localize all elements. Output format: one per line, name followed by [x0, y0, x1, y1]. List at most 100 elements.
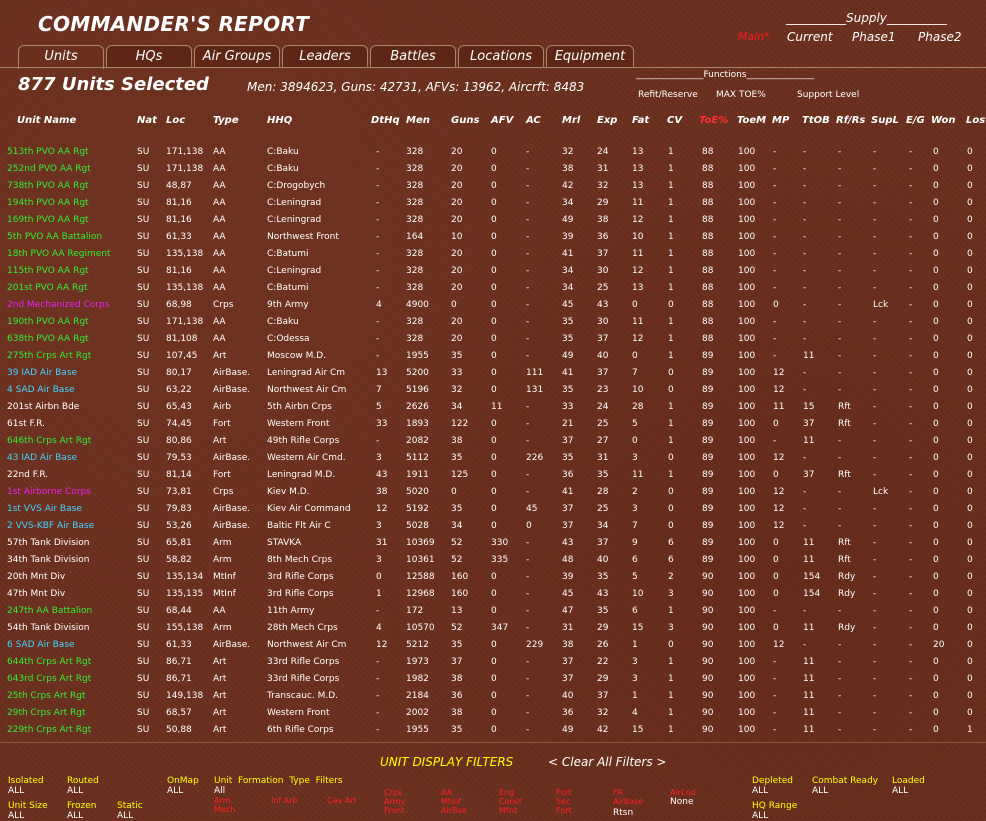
tab-hqs[interactable]: HQs	[106, 45, 192, 68]
type-filter-eng[interactable]: Eng Const Mtnt	[499, 788, 529, 815]
unit-name-cell[interactable]: 1st VVS Air Base	[7, 504, 82, 514]
table-row[interactable]: 194th PVO AA Rgt SU 81,16 AA C:Leningrad - 328…	[0, 194, 986, 211]
table-row[interactable]: 22nd F.R. SU 81,14 Fort Leningrad M.D. 43 1911…	[0, 466, 986, 483]
phase-main-button[interactable]: Main*	[738, 30, 770, 43]
unit-name-cell[interactable]: 201st Airbn Bde	[7, 402, 79, 412]
table-row[interactable]: 57th Tank Division SU 65,81 Arm STAVKA 31 1036…	[0, 534, 986, 551]
col-header-nat[interactable]: Nat	[137, 115, 157, 126]
unit-name-cell[interactable]: 57th Tank Division	[7, 538, 90, 548]
table-row[interactable]: 29th Crps Art Rgt SU 68,57 Art Western Front…	[0, 704, 986, 721]
type-filter-cav[interactable]: Cav Art	[327, 796, 357, 805]
table-row[interactable]: 1st VVS Air Base SU 79,83 AirBase. Kiev Air …	[0, 500, 986, 517]
unit-name-cell[interactable]: 39 IAD Air Base	[7, 368, 77, 378]
table-row[interactable]: 34th Tank Division SU 58,82 Arm 8th Mech Crp…	[0, 551, 986, 568]
unit-name-cell[interactable]: 738th PVO AA Rgt	[7, 181, 89, 191]
table-row[interactable]: 646th Crps Art Rgt SU 80,86 Art 49th Rifle C…	[0, 432, 986, 449]
col-header-hhq[interactable]: HHQ	[267, 115, 292, 126]
table-row[interactable]: 229th Crps Art Rgt SU 50,88 Art 6th Rifle Co…	[0, 721, 986, 738]
table-row[interactable]: 39 IAD Air Base SU 80,17 AirBase. Leningrad …	[0, 364, 986, 381]
unit-name-cell[interactable]: 6 SAD Air Base	[7, 640, 75, 650]
col-header-exp[interactable]: Exp	[597, 115, 617, 126]
rtsn-filter-value[interactable]: Rtsn	[613, 808, 633, 818]
phase2-button[interactable]: Phase2	[918, 30, 961, 44]
col-header-fat[interactable]: Fat	[632, 115, 649, 126]
unit-name-cell[interactable]: 190th PVO AA Rgt	[7, 317, 89, 327]
tab-units[interactable]: Units	[18, 45, 104, 69]
clear-filters-button[interactable]: < Clear All Filters >	[548, 755, 666, 769]
unit-name-cell[interactable]: 638th PVO AA Rgt	[7, 334, 89, 344]
isolated-filter-value[interactable]: ALL	[8, 786, 24, 796]
max-toe-button[interactable]: MAX TOE%	[716, 90, 766, 100]
table-row[interactable]: 2nd Mechanized Corps SU 68,98 Crps 9th Army 4…	[0, 296, 986, 313]
col-header-dthq[interactable]: DtHq	[371, 115, 400, 126]
type-filter-aa[interactable]: AA Mtinf AirBse	[441, 788, 473, 815]
unit-name-cell[interactable]: 643rd Crps Art Rgt	[7, 674, 91, 684]
unit-name-cell[interactable]: 252nd PVO AA Rgt	[7, 164, 91, 174]
unit-name-cell[interactable]: 115th PVO AA Rgt	[7, 266, 89, 276]
table-row[interactable]: 2 VVS-KBF Air Base SU 53,26 AirBase. Baltic …	[0, 517, 986, 534]
unit-name-cell[interactable]: 25th Crps Art Rgt	[7, 691, 86, 701]
table-row[interactable]: 54th Tank Division SU 155,138 Arm 28th Mech …	[0, 619, 986, 636]
unit-name-cell[interactable]: 61st F.R.	[7, 419, 45, 429]
tab-leaders[interactable]: Leaders	[282, 45, 368, 68]
table-row[interactable]: 190th PVO AA Rgt SU 171,138 AA C:Baku - 328 20 0…	[0, 313, 986, 330]
unit-name-cell[interactable]: 646th Crps Art Rgt	[7, 436, 91, 446]
onmap-filter-value[interactable]: ALL	[167, 786, 183, 796]
col-header-mrl[interactable]: Mrl	[562, 115, 580, 126]
col-header-guns[interactable]: Guns	[451, 115, 479, 126]
type-filter-fr[interactable]: FR AirBase	[613, 788, 647, 806]
col-header-type[interactable]: Type	[213, 115, 239, 126]
table-row[interactable]: 247th AA Battalion SU 68,44 AA 11th Army - 172…	[0, 602, 986, 619]
col-header-lost[interactable]: Lost	[966, 115, 986, 126]
col-header-unit-name[interactable]: Unit Name	[17, 115, 76, 126]
table-row[interactable]: 201st PVO AA Rgt SU 135,138 AA C:Batumi - 328 2…	[0, 279, 986, 296]
unit-name-cell[interactable]: 247th AA Battalion	[7, 606, 92, 616]
table-row[interactable]: 643rd Crps Art Rgt SU 86,71 Art 33rd Rifle C…	[0, 670, 986, 687]
routed-filter-value[interactable]: ALL	[67, 786, 83, 796]
type-filter-fort[interactable]: Fort Sec Fort	[556, 788, 586, 815]
table-row[interactable]: 61st F.R. SU 74,45 Fort Western Front 33 1893 1…	[0, 415, 986, 432]
table-row[interactable]: 513th PVO AA Rgt SU 171,138 AA C:Baku - 328 20 0…	[0, 143, 986, 160]
airland-filter-value[interactable]: None	[670, 797, 693, 807]
unit-name-cell[interactable]: 194th PVO AA Rgt	[7, 198, 89, 208]
unit-name-cell[interactable]: 2 VVS-KBF Air Base	[7, 521, 94, 531]
table-row[interactable]: 169th PVO AA Rgt SU 81,16 AA C:Leningrad - 328…	[0, 211, 986, 228]
col-header-eg[interactable]: E/G	[906, 115, 925, 126]
tab-locations[interactable]: Locations	[458, 45, 544, 68]
unit-name-cell[interactable]: 43 IAD Air Base	[7, 453, 77, 463]
depleted-filter-value[interactable]: ALL	[752, 786, 768, 796]
tab-battles[interactable]: Battles	[370, 45, 456, 68]
support-level-button[interactable]: Support Level	[797, 90, 859, 100]
unit-name-cell[interactable]: 169th PVO AA Rgt	[7, 215, 89, 225]
table-row[interactable]: 1st Airborne Corps SU 73,81 Crps Kiev M.D. 38…	[0, 483, 986, 500]
unit-name-cell[interactable]: 5th PVO AA Battalion	[7, 232, 102, 242]
phase1-button[interactable]: Phase1	[852, 30, 895, 44]
table-row[interactable]: 644th Crps Art Rgt SU 86,71 Art 33rd Rifle C…	[0, 653, 986, 670]
table-row[interactable]: 275th Crps Art Rgt SU 107,45 Art Moscow M.D.…	[0, 347, 986, 364]
unit-name-cell[interactable]: 47th Mnt Div	[7, 589, 65, 599]
unit-name-cell[interactable]: 201st PVO AA Rgt	[7, 283, 88, 293]
table-row[interactable]: 115th PVO AA Rgt SU 81,16 AA C:Leningrad - 328…	[0, 262, 986, 279]
col-header-won[interactable]: Won	[931, 115, 955, 126]
unit-name-cell[interactable]: 29th Crps Art Rgt	[7, 708, 86, 718]
unit-name-cell[interactable]: 20th Mnt Div	[7, 572, 65, 582]
combat-ready-filter-value[interactable]: ALL	[812, 786, 828, 796]
type-filter-inf[interactable]: Inf Arb	[271, 796, 301, 805]
unit-name-cell[interactable]: 4 SAD Air Base	[7, 385, 75, 395]
table-row[interactable]: 25th Crps Art Rgt SU 149,138 Art Transcauc. …	[0, 687, 986, 704]
table-row[interactable]: 18th PVO AA Regiment SU 135,138 AA C:Batumi -…	[0, 245, 986, 262]
col-header-rfrs[interactable]: Rf/Rs	[836, 115, 865, 126]
table-row[interactable]: 638th PVO AA Rgt SU 81,108 AA C:Odessa - 328 20…	[0, 330, 986, 347]
col-header-ac[interactable]: AC	[526, 115, 541, 126]
col-header-trob[interactable]: TtOB	[802, 115, 830, 126]
col-header-supl[interactable]: SupL	[871, 115, 899, 126]
table-row[interactable]: 4 SAD Air Base SU 63,22 AirBase. Northwest A…	[0, 381, 986, 398]
table-row[interactable]: 6 SAD Air Base SU 61,33 AirBase. Northwest A…	[0, 636, 986, 653]
tab-equipment[interactable]: Equipment	[546, 45, 634, 68]
table-row[interactable]: 47th Mnt Div SU 135,135 MtInf 3rd Rifle Corp…	[0, 585, 986, 602]
unit-name-cell[interactable]: 34th Tank Division	[7, 555, 90, 565]
phase-current-button[interactable]: Current	[787, 30, 833, 44]
table-row[interactable]: 20th Mnt Div SU 135,134 MtInf 3rd Rifle Corp…	[0, 568, 986, 585]
col-header-afv[interactable]: AFV	[491, 115, 513, 126]
unit-formation-all-value[interactable]: All	[214, 786, 225, 796]
